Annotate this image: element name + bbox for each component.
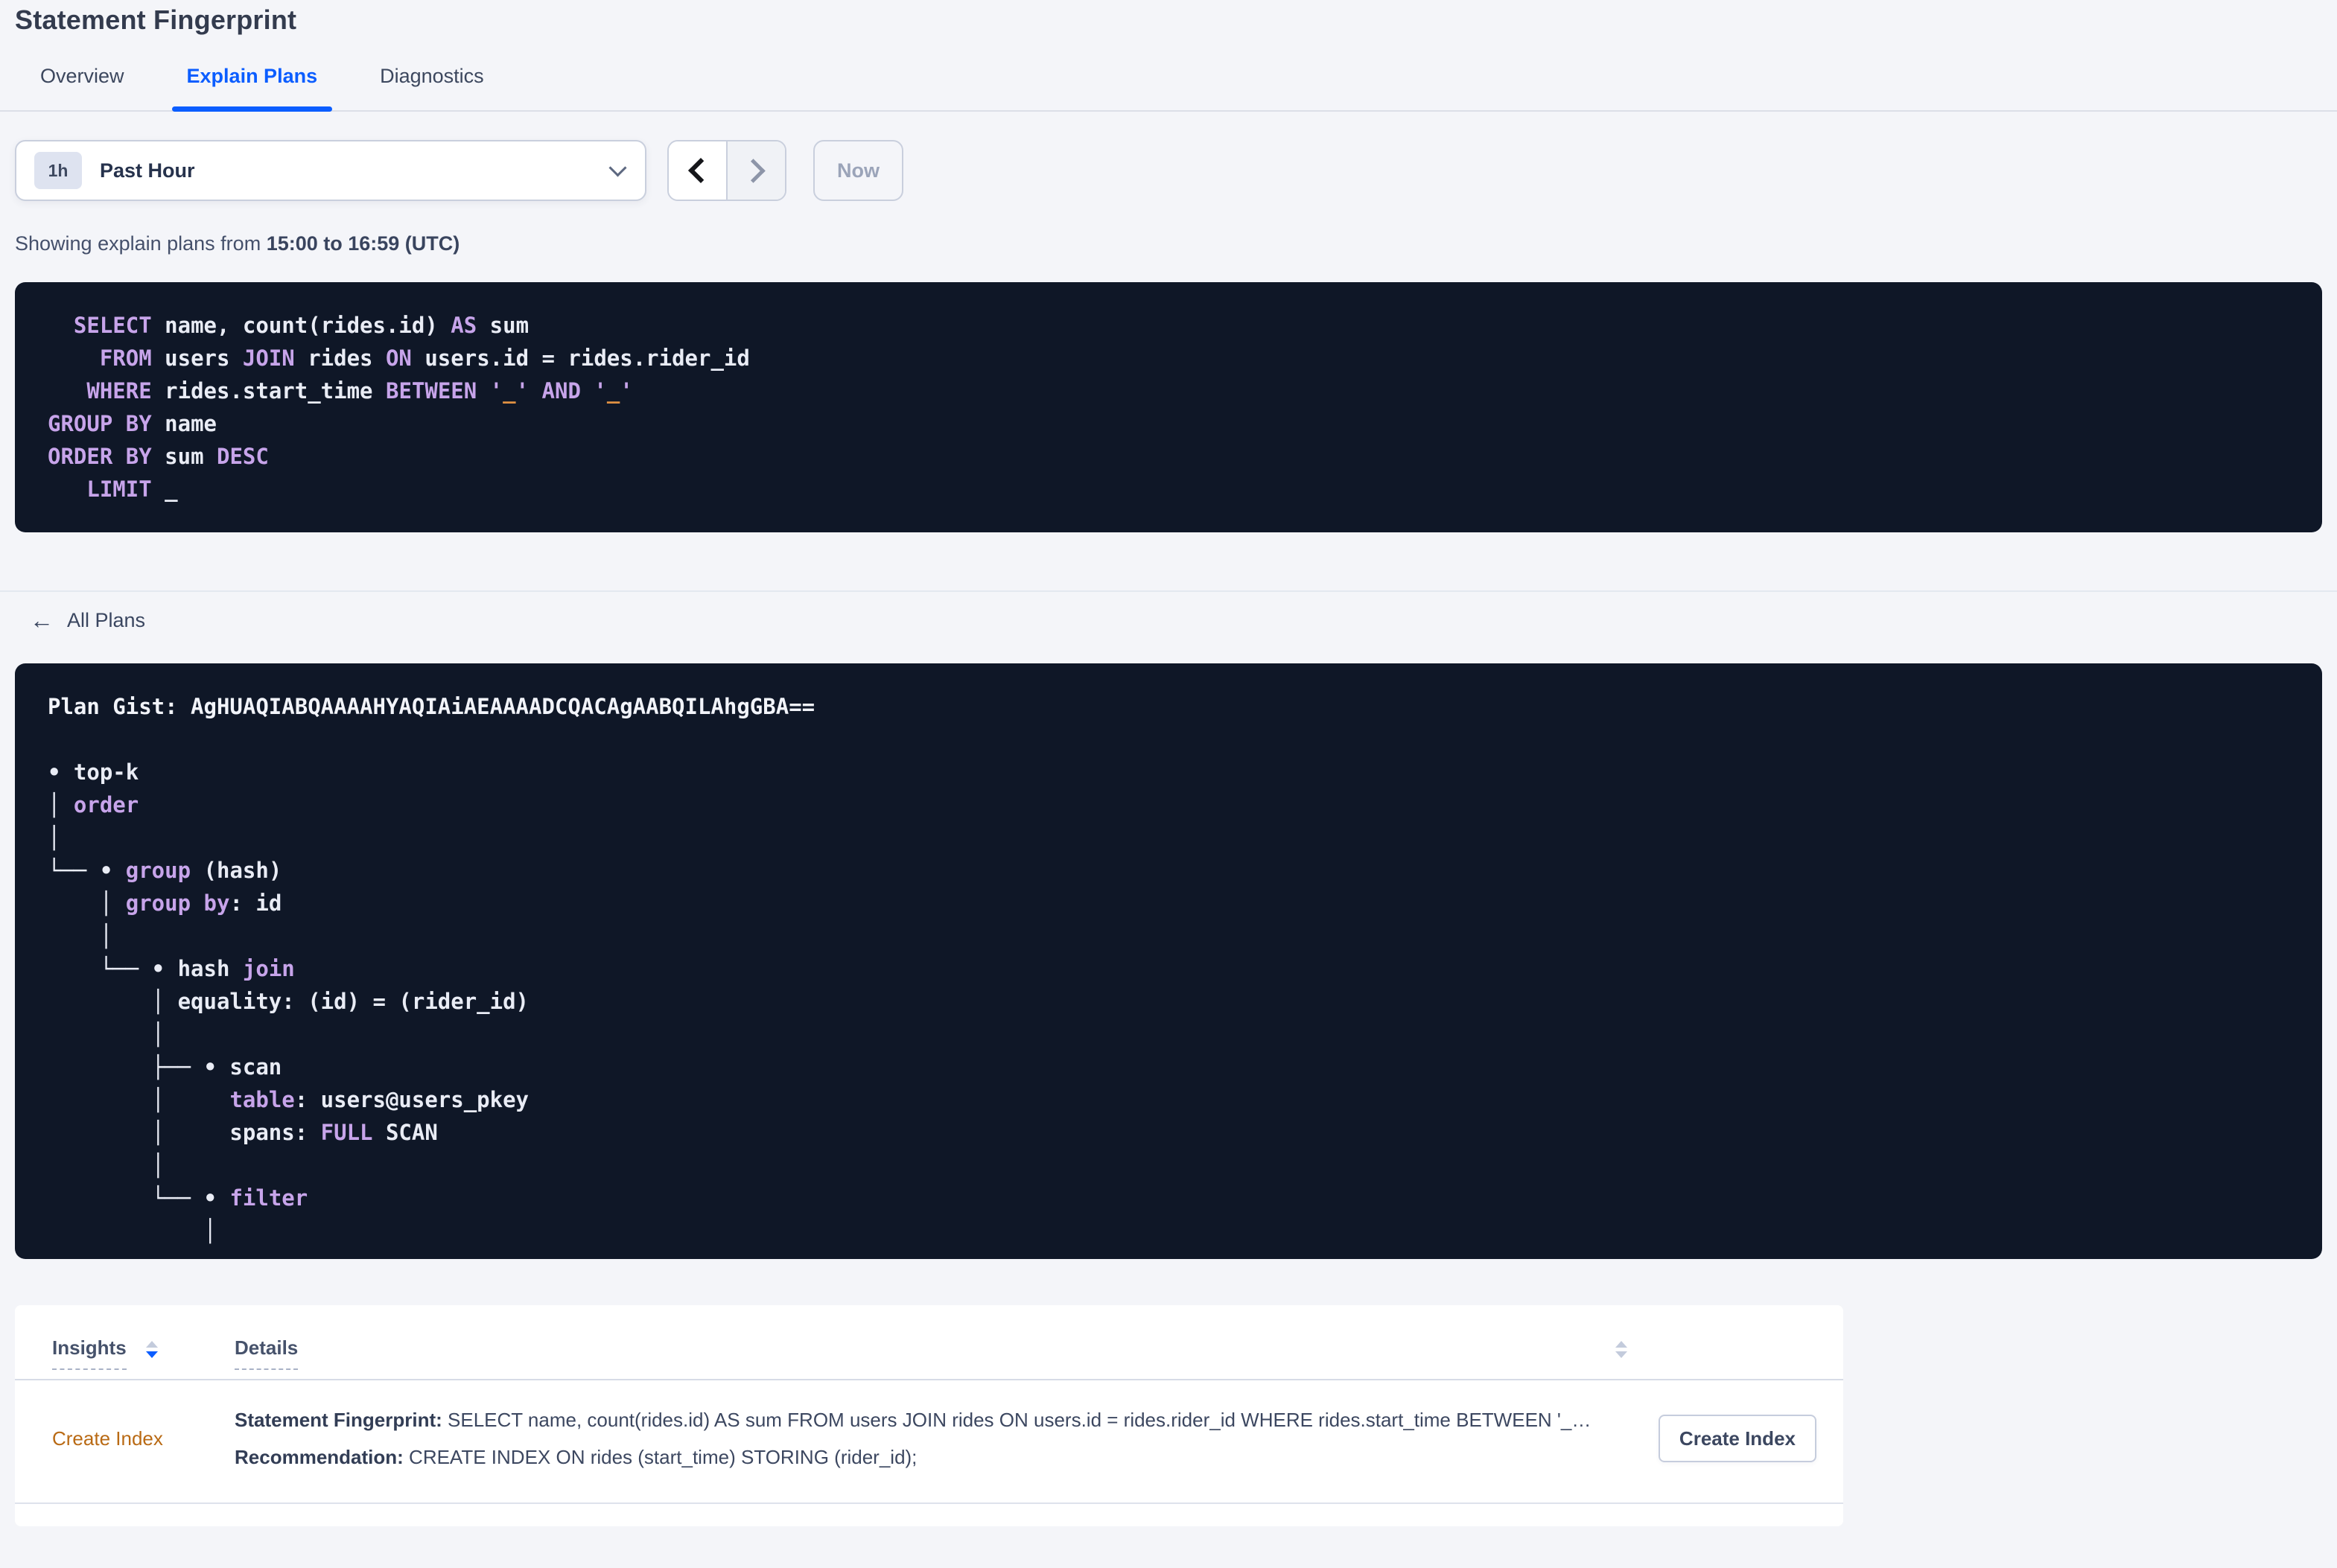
- action-cell: Create Index: [1630, 1401, 1816, 1476]
- insights-table: Insights Details Create Index Statement …: [15, 1305, 1843, 1526]
- active-tab-underline: [171, 106, 333, 112]
- chevron-down-icon: [608, 158, 627, 177]
- recommendation-label: Recommendation:: [235, 1446, 404, 1468]
- now-button[interactable]: Now: [813, 140, 903, 201]
- sort-icon-details[interactable]: [1615, 1341, 1627, 1358]
- sort-down-triangle: [1615, 1351, 1627, 1358]
- insights-column-header: Insights: [52, 1336, 235, 1379]
- statement-fingerprint-value: SELECT name, count(rides.id) AS sum FROM…: [442, 1409, 1592, 1431]
- time-range-select[interactable]: 1h Past Hour: [15, 140, 646, 201]
- page-title: Statement Fingerprint: [15, 4, 297, 35]
- tab-explain-plans-label: Explain Plans: [186, 65, 318, 87]
- time-range-label: Past Hour: [100, 159, 195, 182]
- plan-gist-tree: Plan Gist: AgHUAQIABQAAAAHYAQIAiAEAAAADC…: [48, 694, 815, 1243]
- time-toolbar: 1h Past Hour Now: [15, 140, 2322, 201]
- details-header-label[interactable]: Details: [235, 1336, 299, 1370]
- chevron-right-icon: [741, 158, 766, 183]
- sql-statement-block: SELECT name, count(rides.id) AS sum FROM…: [15, 282, 2322, 532]
- recommendation-line: Recommendation: CREATE INDEX ON rides (s…: [235, 1438, 1630, 1476]
- insight-type-link[interactable]: Create Index: [52, 1427, 163, 1450]
- table-row: Create Index Statement Fingerprint: SELE…: [15, 1380, 1843, 1504]
- next-time-button[interactable]: [726, 141, 785, 200]
- insights-header-label[interactable]: Insights: [52, 1336, 127, 1370]
- sort-down-triangle: [146, 1351, 159, 1358]
- sort-icon-insights[interactable]: [146, 1341, 159, 1358]
- all-plans-link[interactable]: ← All Plans: [15, 608, 145, 632]
- tab-bar: Overview Explain Plans Diagnostics: [0, 61, 2337, 112]
- showing-range: 15:00 to 16:59 (UTC): [266, 232, 460, 255]
- details-column-header: Details: [235, 1336, 1630, 1379]
- sort-up-triangle: [1615, 1341, 1627, 1348]
- time-range-badge: 1h: [34, 152, 82, 189]
- showing-range-text: Showing explain plans from 15:00 to 16:5…: [15, 232, 2322, 255]
- insight-cell: Create Index: [52, 1401, 235, 1476]
- recommendation-value: CREATE INDEX ON rides (start_time) STORI…: [403, 1446, 918, 1468]
- chevron-left-icon: [687, 158, 713, 183]
- create-index-button[interactable]: Create Index: [1658, 1415, 1816, 1462]
- sort-up-triangle: [146, 1341, 159, 1348]
- statement-fingerprint-line: Statement Fingerprint: SELECT name, coun…: [235, 1401, 1630, 1438]
- insights-table-header: Insights Details: [15, 1305, 1843, 1380]
- time-pager: [667, 140, 786, 201]
- plan-gist-block: Plan Gist: AgHUAQIABQAAAAHYAQIAiAEAAAADC…: [15, 663, 2322, 1259]
- sql-statement-text: SELECT name, count(rides.id) AS sum FROM…: [48, 313, 750, 502]
- tab-overview[interactable]: Overview: [25, 61, 139, 110]
- tab-diagnostics[interactable]: Diagnostics: [365, 61, 499, 110]
- statement-fingerprint-label: Statement Fingerprint:: [235, 1409, 442, 1431]
- showing-prefix: Showing explain plans from: [15, 232, 267, 255]
- back-arrow-icon: ←: [30, 607, 54, 634]
- section-divider: [0, 590, 2337, 592]
- statement-fingerprint-page: Statement Fingerprint Overview Explain P…: [0, 0, 2337, 1526]
- details-cell: Statement Fingerprint: SELECT name, coun…: [235, 1401, 1630, 1476]
- prev-time-button[interactable]: [669, 141, 726, 200]
- tab-explain-plans[interactable]: Explain Plans: [171, 61, 333, 112]
- all-plans-label: All Plans: [67, 608, 146, 631]
